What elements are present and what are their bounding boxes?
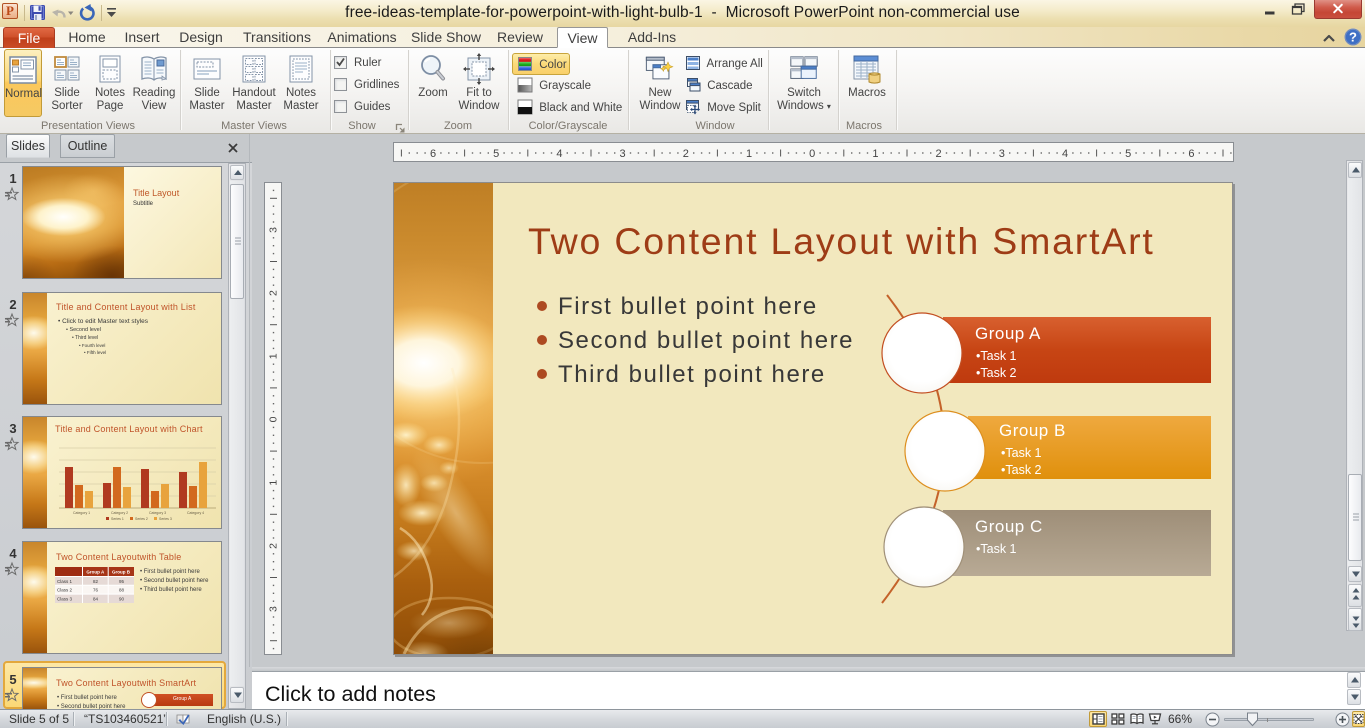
svg-text:Group A: Group A (86, 569, 105, 574)
svg-text:4: 4 (1062, 148, 1068, 160)
svg-text:•Task 1: •Task 1 (976, 542, 1017, 556)
svg-text:6: 6 (430, 148, 436, 160)
svg-text:2: 2 (268, 290, 280, 296)
svg-text:Category 4: Category 4 (187, 511, 204, 515)
svg-text:Group B: Group B (999, 421, 1066, 440)
svg-text:82: 82 (93, 579, 99, 584)
svg-text:95: 95 (119, 579, 125, 584)
svg-text:84: 84 (93, 596, 99, 601)
svg-text:2: 2 (683, 148, 689, 160)
svg-text:Group C: Group C (975, 517, 1043, 536)
svg-text:88: 88 (119, 588, 125, 593)
svg-text:Class 2: Class 2 (57, 588, 73, 593)
svg-text:Series 1: Series 1 (111, 517, 124, 520)
svg-text:Group A: Group A (975, 324, 1041, 343)
svg-text:Category 1: Category 1 (73, 511, 90, 515)
svg-text:•Task 2: •Task 2 (1001, 463, 1042, 477)
svg-text:Series 2: Series 2 (135, 517, 148, 520)
svg-text:4: 4 (556, 148, 562, 160)
svg-text:Category 2: Category 2 (111, 511, 128, 515)
svg-text:•Task 1: •Task 1 (1001, 446, 1042, 460)
svg-text:Series 3: Series 3 (159, 517, 172, 520)
svg-text:3: 3 (268, 606, 280, 612)
svg-text:5: 5 (493, 148, 499, 160)
svg-text:5: 5 (1125, 148, 1131, 160)
svg-text:2: 2 (936, 148, 942, 160)
svg-text:1: 1 (872, 148, 878, 160)
svg-text:0: 0 (268, 416, 280, 422)
svg-text:Class 1: Class 1 (57, 579, 73, 584)
svg-text:3: 3 (999, 148, 1005, 160)
svg-text:90: 90 (119, 596, 125, 601)
svg-text:Group B: Group B (112, 569, 131, 574)
svg-text:1: 1 (268, 353, 280, 359)
svg-text:•Task 1: •Task 1 (976, 349, 1017, 363)
svg-text:6: 6 (1188, 148, 1194, 160)
svg-text:0: 0 (809, 148, 815, 160)
svg-text:1: 1 (746, 148, 752, 160)
svg-text:3: 3 (620, 148, 626, 160)
svg-text:Category 3: Category 3 (149, 511, 166, 515)
svg-text:?: ? (1349, 30, 1357, 45)
svg-text:•Task 2: •Task 2 (976, 366, 1017, 380)
svg-text:1: 1 (268, 480, 280, 486)
svg-text:Class 3: Class 3 (57, 596, 73, 601)
svg-text:3: 3 (268, 227, 280, 233)
svg-text:76: 76 (93, 588, 99, 593)
svg-text:2: 2 (268, 543, 280, 549)
